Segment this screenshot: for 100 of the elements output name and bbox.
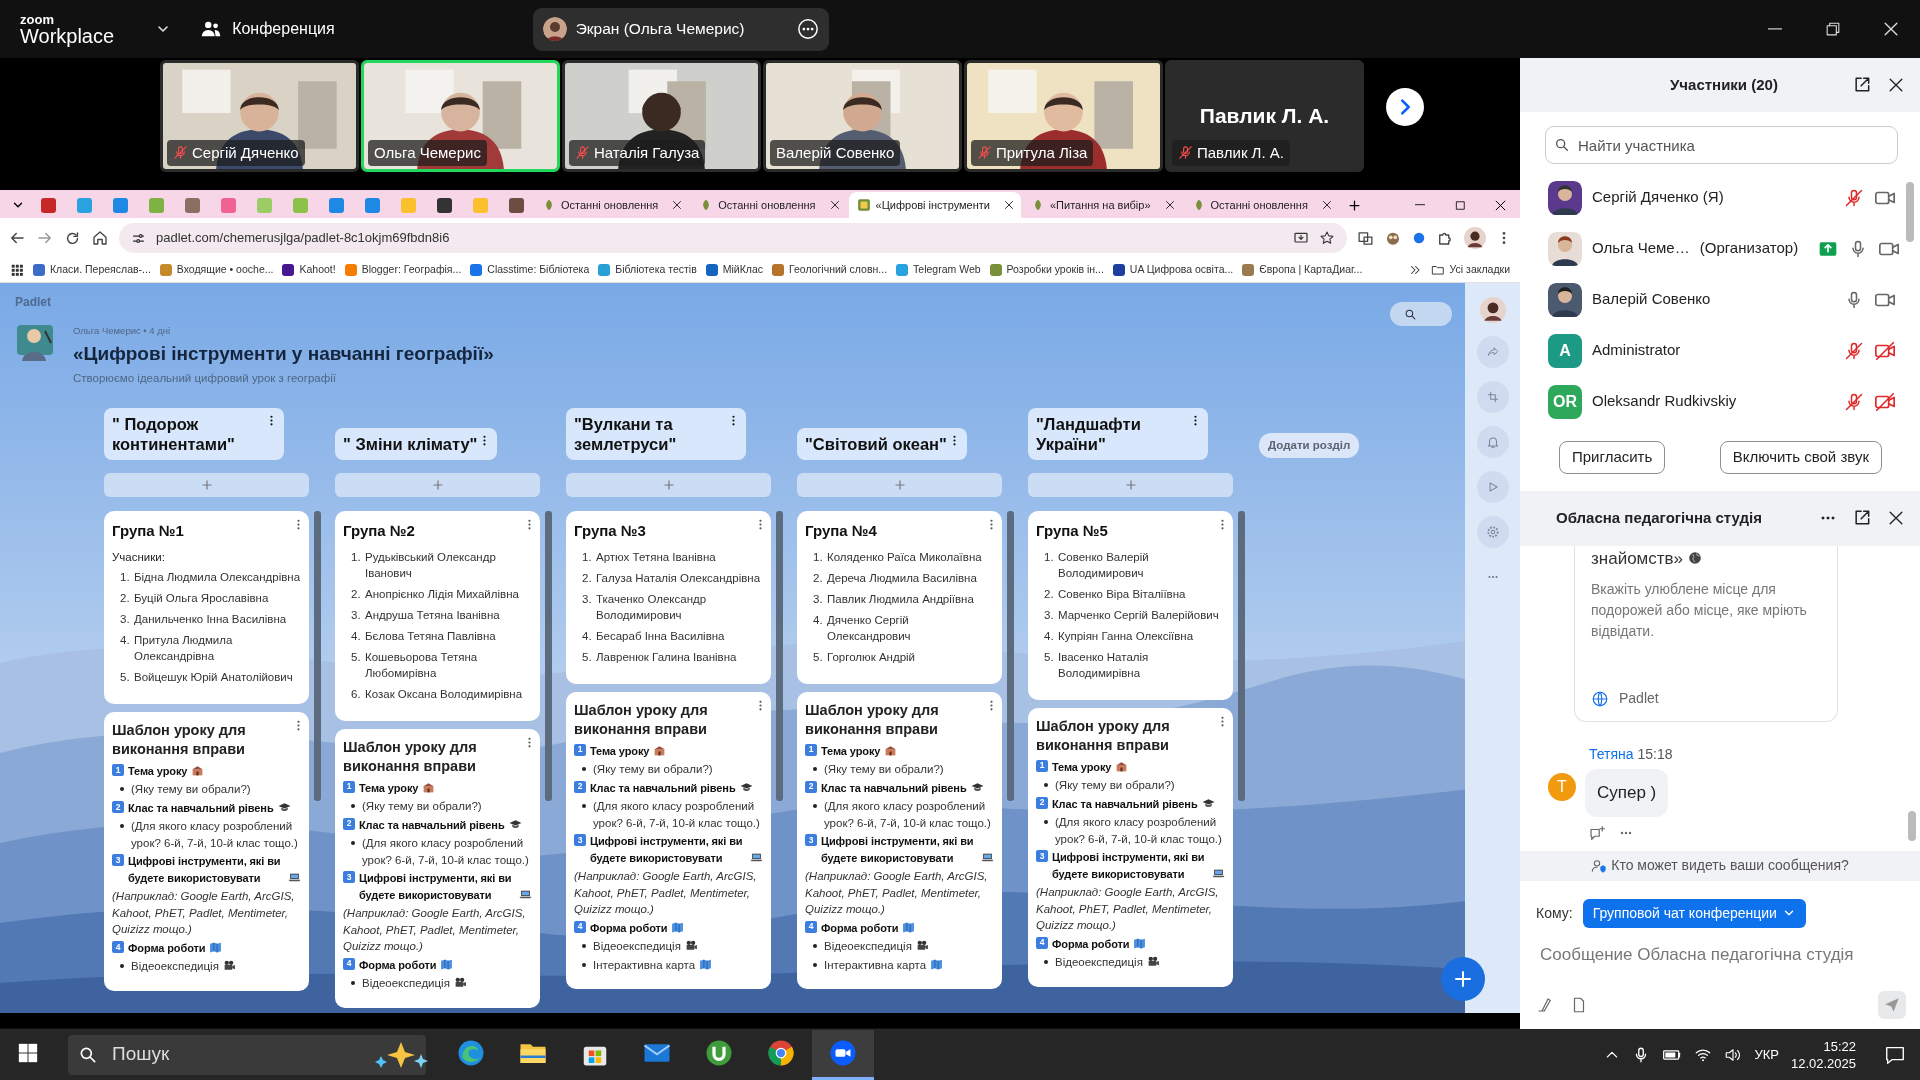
step-heading: Тема уроку [359, 780, 419, 796]
install-icon[interactable] [1293, 230, 1309, 246]
bookmark-link[interactable]: Telegram Web [896, 262, 981, 278]
bookmark-link[interactable]: Бібліотека тестів [598, 262, 697, 278]
home-button[interactable] [91, 229, 109, 247]
bookmark-folder[interactable]: Усі закладки [1430, 262, 1510, 278]
unmute-button[interactable]: Включить свой звук [1719, 441, 1882, 474]
step-number: 4 [574, 920, 586, 933]
recipient-dropdown[interactable]: Групповой чат конференции [1582, 898, 1806, 928]
invite-button[interactable]: Пригласить [1559, 441, 1666, 474]
bullet-dot [813, 944, 817, 948]
plus-icon [892, 478, 907, 492]
language-indicator[interactable]: УКР [1754, 1044, 1779, 1065]
browser-tab[interactable]: Останні оновлення [718, 196, 816, 214]
torrent-icon[interactable] [704, 1038, 734, 1068]
board-subtitle: Створюємо ідеальний цифровий урок з географії [73, 370, 337, 386]
bullet-text: (Для якого класу розроблений урок? 6-й, 7-й, 10-й клас тощо.) [362, 837, 529, 866]
scrollbar[interactable] [1007, 511, 1014, 801]
next-button[interactable] [1386, 88, 1424, 126]
browser-icon[interactable] [456, 1038, 486, 1068]
book-icon [1133, 937, 1147, 950]
scrollbar[interactable] [1238, 511, 1245, 801]
scrollbar[interactable] [1908, 810, 1916, 841]
popout-icon[interactable] [1852, 75, 1872, 95]
bullet-dot [813, 767, 817, 771]
dot-icon[interactable] [1412, 231, 1426, 245]
search-box[interactable]: Пошук [68, 1034, 426, 1075]
add-section-button[interactable]: Додати розділ [1259, 433, 1360, 459]
link-preview-card[interactable]: знайомств» Вкажіть улюблене місце для подорожей або місце, яке мріють відвідати. Padlet [1574, 545, 1838, 722]
close-tab-button[interactable] [1320, 199, 1333, 211]
bookmark-icon [159, 264, 172, 276]
plus-icon [661, 478, 676, 492]
post-title: Шаблон уроку для виконання вправи [343, 737, 478, 776]
send-button[interactable] [1878, 991, 1906, 1019]
bookmark-link[interactable]: Blogger: Географія... [344, 262, 462, 278]
share-icon [1485, 345, 1500, 359]
list-item: Івасенко Наталія Володимирівна [1058, 649, 1150, 681]
search-field[interactable]: Найти участника [1545, 126, 1898, 164]
close-tab-button[interactable] [671, 199, 684, 211]
apps-icon[interactable] [10, 263, 24, 277]
taskbar-button[interactable] [812, 1029, 874, 1080]
video-tile[interactable]: Притула Ліза [964, 60, 1163, 172]
muted-microphone-icon[interactable] [1844, 340, 1864, 361]
scrollbar[interactable] [314, 511, 321, 801]
close-tab-button[interactable] [828, 199, 841, 211]
list-item: Притула Людмила Олександрівна [134, 632, 234, 664]
close-tab-button[interactable] [1163, 199, 1176, 211]
address-bar[interactable]: padlet.com/chemerusjlga/padlet-8c1okjm69fbdn8i6 [119, 223, 1347, 253]
video-camera-icon[interactable] [828, 1038, 858, 1068]
tab-icon [436, 197, 452, 213]
meeting-title[interactable]: Конференция [232, 17, 335, 41]
close-tab-button[interactable] [1002, 199, 1015, 211]
bullet-dot [1044, 820, 1048, 824]
search-field[interactable]: Пошук [110, 1039, 359, 1070]
bookmark-link[interactable]: Входящие • ooche... [159, 262, 274, 278]
add-reaction-icon[interactable] [1588, 824, 1606, 843]
video-tile[interactable]: Валерій Совенко [763, 60, 962, 172]
avatar[interactable] [1479, 297, 1506, 323]
avatar[interactable] [1464, 227, 1486, 249]
close-icon [671, 199, 684, 211]
bookmark-star-icon[interactable] [1319, 230, 1335, 246]
more-icon[interactable] [796, 18, 819, 40]
list-number: 5. [120, 669, 131, 685]
browser-tab[interactable]: «Питання на вибір» [1049, 196, 1151, 214]
video-tile[interactable]: Наталія Галуза [562, 60, 761, 172]
participant-name: Валерій Совенко [776, 142, 895, 163]
video-tile[interactable]: Павлик Л. А. Павлик Л. А. [1165, 60, 1364, 172]
bullet-text: Відеоекспедиція [593, 940, 681, 952]
plus-icon [1347, 197, 1363, 213]
tab-icon [220, 197, 236, 213]
bookmark-link[interactable]: Геологічний словн... [772, 262, 888, 278]
step-number: 3 [1036, 850, 1048, 862]
scrollbar[interactable] [545, 511, 552, 801]
bookmark-link[interactable]: МійКлас [705, 262, 763, 278]
video-tile[interactable]: Сергій Дяченко [160, 60, 359, 172]
list-number: 1. [582, 549, 593, 565]
bookmark-link[interactable]: Європа | КартаДиаг... [1242, 262, 1363, 278]
popout-icon[interactable] [1852, 508, 1872, 528]
reload-button[interactable] [64, 229, 81, 247]
browser-icon[interactable] [766, 1038, 796, 1068]
laptop-icon [981, 851, 994, 864]
list-item: Андруша Тетяна Іванівна [365, 607, 500, 623]
video-tile[interactable]: Ольга Чемерис [361, 60, 560, 172]
message-field[interactable]: Сообщение Обласна педагогічна студія [1536, 941, 1906, 967]
muted-microphone-icon[interactable] [1844, 391, 1864, 412]
browser-tab[interactable]: Останні оновлення [561, 196, 659, 214]
bookmark-link[interactable]: Класи. Переяслав-... [33, 262, 151, 278]
bookmark-link[interactable]: Розробки уроків ін... [989, 262, 1104, 278]
bookmark-link[interactable]: Kahoot! [282, 262, 336, 278]
scrollbar[interactable] [776, 511, 783, 801]
bullet-text: (Яку тему ви обрали?) [131, 783, 251, 796]
format-icon[interactable] [1536, 996, 1554, 1014]
camera-off-icon[interactable] [1874, 339, 1896, 362]
scrollbar[interactable] [1906, 182, 1914, 242]
bookmark-link[interactable]: UA Цифрова освіта... [1112, 262, 1234, 278]
muted-microphone-icon[interactable] [1844, 187, 1864, 208]
extension-icon[interactable] [1357, 229, 1374, 247]
browser-tab[interactable]: Останні оновлення [1210, 196, 1308, 214]
bookmark-link[interactable]: Classtime: Бібліотека [470, 262, 590, 278]
camera-off-icon[interactable] [1874, 390, 1896, 413]
